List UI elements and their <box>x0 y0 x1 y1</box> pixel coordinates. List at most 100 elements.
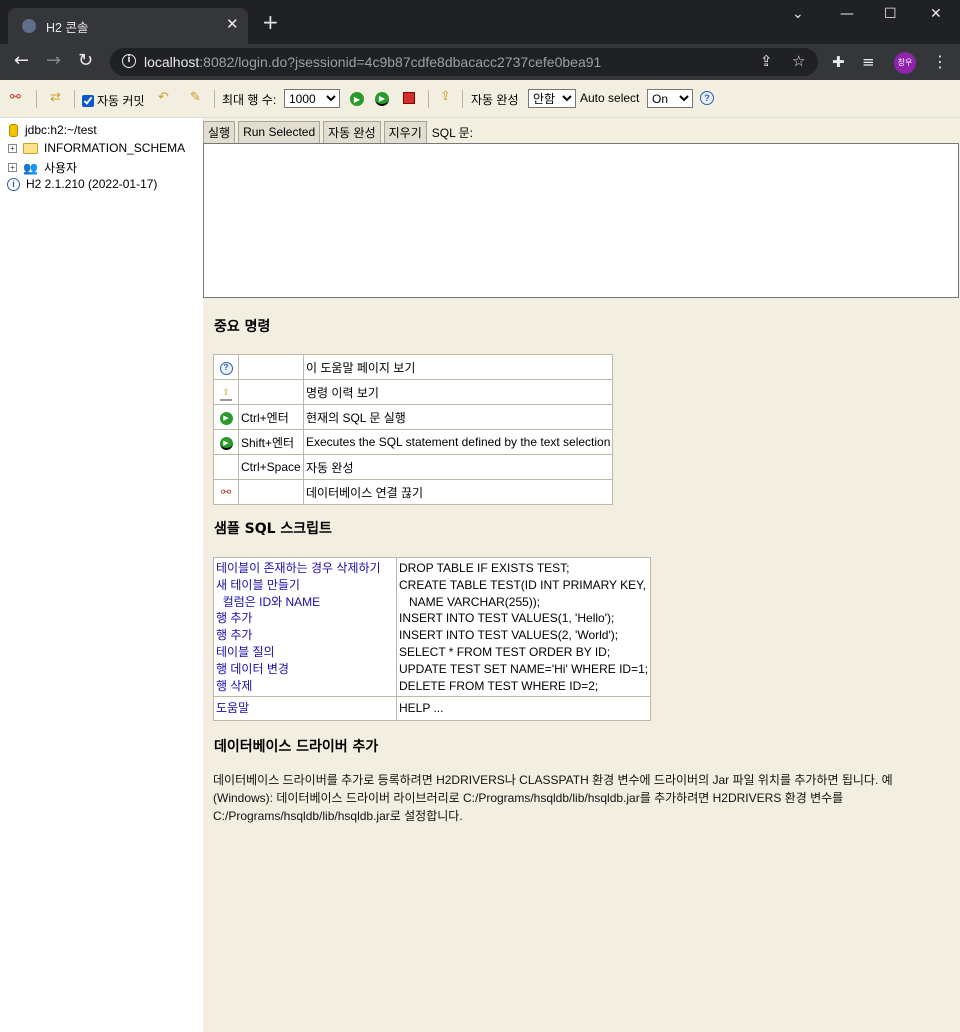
sample-link[interactable]: 행 데이터 변경 <box>216 661 394 678</box>
tree-connection[interactable]: jdbc:h2:~/test <box>9 123 97 137</box>
sql-input[interactable] <box>203 143 959 298</box>
url-host: localhost <box>144 54 200 70</box>
url-path: :8082/login.do?jsessionid=4c9b87cdfe8dba… <box>199 54 602 70</box>
stop-button[interactable] <box>403 92 415 104</box>
sample-code-line: DELETE FROM TEST WHERE ID=2; <box>399 678 599 693</box>
sample-code-line: DROP TABLE IF EXISTS TEST; <box>399 561 570 575</box>
run-selected-text-button[interactable]: Run Selected <box>238 120 321 144</box>
run-icon: ▶ <box>213 404 239 430</box>
media-control-icon[interactable]: ≡ <box>862 53 875 71</box>
expand-icon[interactable]: + <box>8 163 17 172</box>
browser-tab[interactable]: H2 콘솔 ✕ <box>8 8 248 44</box>
browser-titlebar: H2 콘솔 ✕ + ⌄ — ☐ ✕ <box>0 0 960 44</box>
command-row: ? 이 도움말 페이지 보기 <box>213 354 614 380</box>
sample-link[interactable]: 테이블 질의 <box>216 644 394 661</box>
toolbar-divider <box>462 90 463 108</box>
bookmark-star-icon[interactable]: ☆ <box>792 52 805 70</box>
tree-schema[interactable]: + INFORMATION_SCHEMA <box>8 141 185 155</box>
command-description: 명령 이력 보기 <box>302 379 614 405</box>
tab-search-icon[interactable]: ⌄ <box>792 6 804 22</box>
samples-heading: 샘플 SQL 스크립트 <box>214 521 332 537</box>
minimize-icon[interactable]: — <box>840 6 854 22</box>
sample-code-line: INSERT INTO TEST VALUES(2, 'World'); <box>399 628 619 643</box>
empty-icon-cell <box>213 454 239 480</box>
autocomplete-button[interactable]: 자동 완성 <box>323 120 381 144</box>
maxrows-select-wrap: 1000 <box>284 89 340 108</box>
sample-link[interactable]: 컬럼은 ID와 NAME <box>216 594 394 611</box>
sample-code-line: SELECT * FROM TEST ORDER BY ID; <box>399 644 611 659</box>
command-description: 자동 완성 <box>302 454 614 480</box>
autocommit-checkbox[interactable] <box>82 94 94 107</box>
refresh-button[interactable]: ⇄ <box>50 90 61 104</box>
command-row: ⚯ 데이터베이스 연결 끊기 <box>213 479 614 505</box>
autocomplete-label: 자동 완성 <box>471 93 519 107</box>
new-tab-icon[interactable]: + <box>262 12 279 32</box>
share-icon[interactable]: ⇪ <box>760 52 773 70</box>
history-icon: ⇪ <box>213 379 239 405</box>
help-link[interactable]: 도움말 <box>216 700 394 717</box>
back-icon[interactable]: ← <box>14 50 29 71</box>
disconnect-icon: ⚯ <box>10 89 21 104</box>
important-heading: 중요 명령 <box>214 319 271 335</box>
sample-link[interactable]: 행 삭제 <box>216 678 394 695</box>
disconnect-button[interactable]: ⚯ <box>10 90 21 104</box>
autocomplete-select[interactable]: 안함 <box>528 89 576 108</box>
users-label: 사용자 <box>43 161 78 175</box>
sample-sql-table: 테이블이 존재하는 경우 삭제하기 새 테이블 만들기 컬럼은 ID와 NAME 행… <box>213 556 652 722</box>
help-code: HELP ... <box>399 701 444 716</box>
run-button[interactable]: ▶ <box>350 92 364 106</box>
version-label: H2 2.1.210 (2022-01-17) <box>26 177 158 191</box>
sample-link[interactable]: 행 추가 <box>216 610 394 627</box>
expand-icon[interactable]: + <box>8 143 17 153</box>
address-bar[interactable]: i localhost:8082/login.do?jsessionid=4c9… <box>110 48 818 76</box>
maximize-icon[interactable]: ☐ <box>884 6 897 22</box>
tree-users[interactable]: + 👥 사용자 <box>8 159 77 176</box>
sample-code-line: INSERT INTO TEST VALUES(1, 'Hello'); <box>399 611 615 626</box>
toolbar-divider <box>74 90 75 108</box>
tab-close-icon[interactable]: ✕ <box>226 15 239 33</box>
command-description: 현재의 SQL 문 실행 <box>302 404 614 430</box>
h2-toolbar: ⚯ ⇄ 자동 커밋 ↶ ✎ 최대 행 수: 1000 ▶ ▶ ⇪ 자동 완성 안… <box>0 80 960 118</box>
maxrows-select[interactable]: 1000 <box>284 89 340 108</box>
autoselect-select[interactable]: On <box>647 89 693 108</box>
autocomplete-select-wrap: 안함 <box>528 89 576 108</box>
autocommit-toggle[interactable]: 자동 커밋 <box>82 92 145 109</box>
sample-link[interactable]: 테이블이 존재하는 경우 삭제하기 <box>216 560 394 577</box>
help-row: 도움말 HELP ... <box>213 696 652 722</box>
run-selected-button[interactable]: ▶ <box>375 92 389 106</box>
sample-link[interactable]: 새 테이블 만들기 <box>216 577 394 594</box>
profile-avatar[interactable]: 창우 <box>894 52 916 74</box>
driver-text: 데이터베이스 드라이버를 추가로 등록하려면 H2DRIVERS나 CLASSP… <box>213 773 893 823</box>
command-shortcut <box>238 354 304 380</box>
rollback-button[interactable]: ↶ <box>158 90 169 104</box>
command-row: ▶ Ctrl+엔터 현재의 SQL 문 실행 <box>213 404 614 430</box>
sample-link[interactable]: 행 추가 <box>216 627 394 644</box>
reload-icon[interactable]: ↻ <box>78 50 93 71</box>
clear-button[interactable]: 지우기 <box>383 120 427 144</box>
autoselect-label: Auto select <box>580 91 640 105</box>
browser-menu-icon[interactable]: ⋮ <box>932 52 948 71</box>
command-row: Ctrl+Space 자동 완성 <box>213 454 614 480</box>
users-icon: 👥 <box>23 160 38 175</box>
run-icon: ▶ <box>350 92 364 106</box>
maxrows-label: 최대 행 수: <box>222 93 277 107</box>
help-icon: ? <box>700 91 714 105</box>
site-info-icon[interactable]: i <box>122 54 136 68</box>
extensions-icon[interactable]: ✚ <box>832 53 845 71</box>
history-button[interactable]: ⇪ <box>440 89 451 103</box>
tree-version: i H2 2.1.210 (2022-01-17) <box>7 177 157 191</box>
url-text[interactable]: localhost:8082/login.do?jsessionid=4c9b8… <box>144 54 601 70</box>
help-button[interactable]: ? <box>700 91 714 105</box>
sample-code-cell: DROP TABLE IF EXISTS TEST; CREATE TABLE T… <box>395 556 652 698</box>
command-shortcut: Ctrl+엔터 <box>238 404 304 430</box>
command-description: Executes the SQL statement defined by th… <box>302 429 614 455</box>
connection-label: jdbc:h2:~/test <box>25 123 97 137</box>
commit-icon: ✎ <box>190 89 201 104</box>
toolbar-divider <box>428 90 429 108</box>
help-icon: ? <box>213 354 239 380</box>
forward-icon[interactable]: → <box>46 50 61 71</box>
window-close-icon[interactable]: ✕ <box>930 6 942 22</box>
sample-code-line: UPDATE TEST SET NAME='Hi' WHERE ID=1; <box>399 661 649 676</box>
execute-button[interactable]: 실행 <box>203 120 236 144</box>
commit-button[interactable]: ✎ <box>190 90 201 104</box>
